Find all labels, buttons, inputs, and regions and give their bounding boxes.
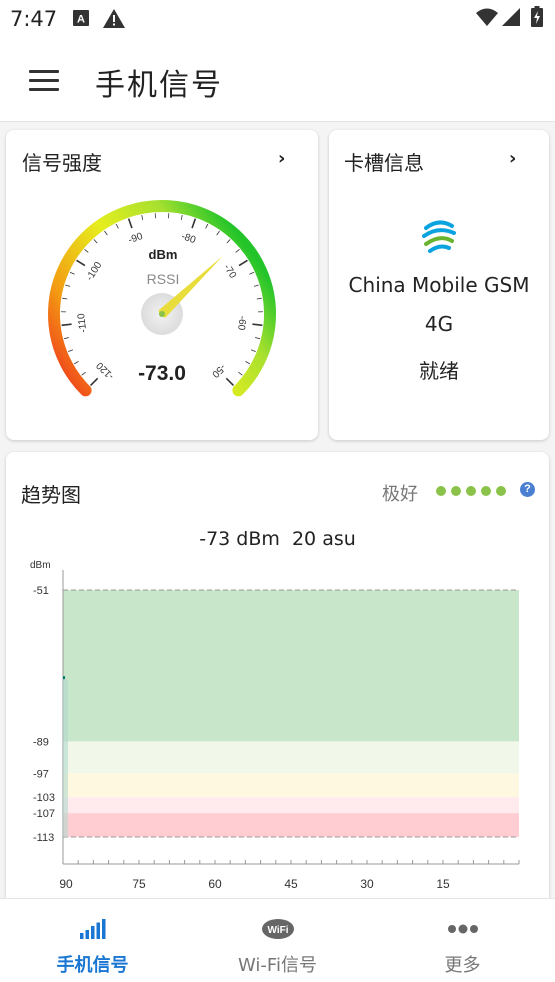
tab-mobile-signal-label: 手机信号 [56,955,129,976]
sim-network: 4G [424,312,454,336]
chart-x-tick-label: 75 [132,877,146,891]
chart-x-tick-label: 15 [436,877,450,891]
alert-icon [103,9,125,32]
gauge-minor-tick [245,361,251,365]
sim-card-title: 卡槽信息 [344,151,424,175]
gauge-minor-tick [73,361,79,365]
gauge-minor-tick [81,371,86,376]
chevron-right-icon[interactable]: › [509,148,516,169]
chart-x-tick-label: 30 [360,877,374,891]
chart-series [63,676,69,837]
gauge-major-tick [90,377,99,386]
gauge-minor-tick [250,349,256,352]
gauge-minor-tick [254,337,261,340]
gauge-major-tick [76,259,86,267]
gauge-tick-label: -80 [180,231,198,246]
trend-chart: dBm -51 -89 -97 -103 -107 -113 90 75 60 45 30 15 [30,560,520,891]
gauge-minor-tick [63,337,70,340]
chart-zone [63,797,519,814]
gauge-minor-tick [180,214,183,221]
more-dots-icon [448,924,478,934]
china-mobile-logo-icon [422,220,456,253]
gauge-minor-tick [62,297,68,300]
tab-more[interactable]: 更多 [370,899,555,982]
gauge-tick-label: -120 [94,359,116,381]
gauge-value: -73.0 [138,362,186,385]
svg-text:WiFi: WiFi [267,925,288,936]
gauge-minor-tick [65,284,71,287]
sim-slot-card[interactable]: 卡槽信息 › China Mobile GSM 4G 就绪 [329,130,549,440]
chart-zone [63,590,519,742]
gauge-tick-label: -100 [84,260,104,283]
gauge-tick-label: -70 [221,262,238,280]
chart-y-tick-label: -107 [33,808,55,820]
sim-status: 就绪 [419,359,459,383]
chart-y-tick-label: -103 [33,792,55,804]
gauge-minor-tick [68,349,74,352]
trend-card[interactable]: 趋势图 极好 ? -73 dBm 20 asu dBm -51 -89 -97 -10… [6,452,549,912]
gauge-minor-tick [235,248,240,253]
gauge-minor-tick [238,371,243,376]
chart-y-tick-label: -51 [33,585,49,597]
gauge-minor-tick [249,271,255,275]
chart-zones [63,589,519,838]
sim-carrier: China Mobile GSM [348,273,530,297]
gauge-tick-label: -90 [127,231,145,246]
battery-icon [531,6,543,31]
gauge-major-tick [238,259,248,267]
gauge-minor-tick [205,223,209,229]
gauge-minor-tick [69,271,75,275]
app-bar: 手机信号 [0,38,555,122]
gauge-minor-tick [93,239,98,244]
status-bar: 7:47 A [0,0,555,38]
chart-y-tick-labels: -51 -89 -97 -103 -107 -113 [33,585,55,844]
gauge-major-tick [61,323,72,327]
chart-y-tick-label: -97 [33,768,49,780]
gauge-major-tick [225,377,234,386]
gauge-minor-tick [141,214,144,221]
gauge-tick-label: -50 [209,361,227,379]
gauge-tick-label: -110 [76,312,89,333]
chart-x-tick-labels: 90 75 60 45 30 15 [59,877,450,891]
gauge-minor-tick [256,297,262,300]
tab-wifi-signal-label: Wi-Fi信号 [238,955,317,976]
gauge-unit: dBm [149,247,178,262]
gauge-minor-tick [226,239,231,244]
svg-text:A: A [77,14,85,26]
gauge-minor-tick [84,248,89,253]
chart-y-tick-label: -113 [33,832,54,844]
chart-x-tick-label: 60 [208,877,222,891]
wifi-icon [476,8,498,30]
gauge-minor-tick [216,230,220,236]
gauge-minor-tick [253,284,259,287]
tab-more-label: 更多 [444,955,481,976]
signal-bars-icon [80,919,106,939]
wifi-badge-icon: WiFi [262,919,294,939]
chart-zone [63,813,519,837]
chart-ylabel: dBm [30,560,51,571]
page-title: 手机信号 [95,68,223,103]
signal-gauge: -120 -110 -100 -90 -80 -70 -60 -50 dBm RSSI -73… [48,200,276,397]
gauge-major-tick [191,218,197,229]
chart-zone [63,773,519,798]
gauge-major-tick [127,218,133,229]
chart-y-tick-label: -89 [33,736,49,748]
gauge-major-tick [252,323,263,327]
tab-mobile-signal[interactable]: 手机信号 [0,899,185,982]
tab-wifi-signal[interactable]: WiFi Wi-Fi信号 [185,899,370,982]
keyboard-icon: A [73,10,89,30]
hamburger-menu-icon[interactable] [26,64,62,96]
status-time: 7:47 [10,7,58,31]
chart-zone [63,741,519,774]
chart-series-area [63,679,69,837]
bottom-nav: 手机信号 WiFi Wi-Fi信号 更多 [0,898,555,982]
chart-x-tick-label: 90 [59,877,73,891]
gauge-minor-tick [115,223,119,229]
gauge-metric: RSSI [147,271,180,287]
signal-strength-card[interactable]: 信号强度 › -120 -110 -100 -90 -80 -70 -60 -50 dBm R… [6,130,318,440]
gauge-tick-label: -60 [235,315,248,331]
cell-signal-icon [502,8,520,30]
gauge-minor-tick [104,230,108,236]
chart-x-tick-label: 45 [284,877,298,891]
